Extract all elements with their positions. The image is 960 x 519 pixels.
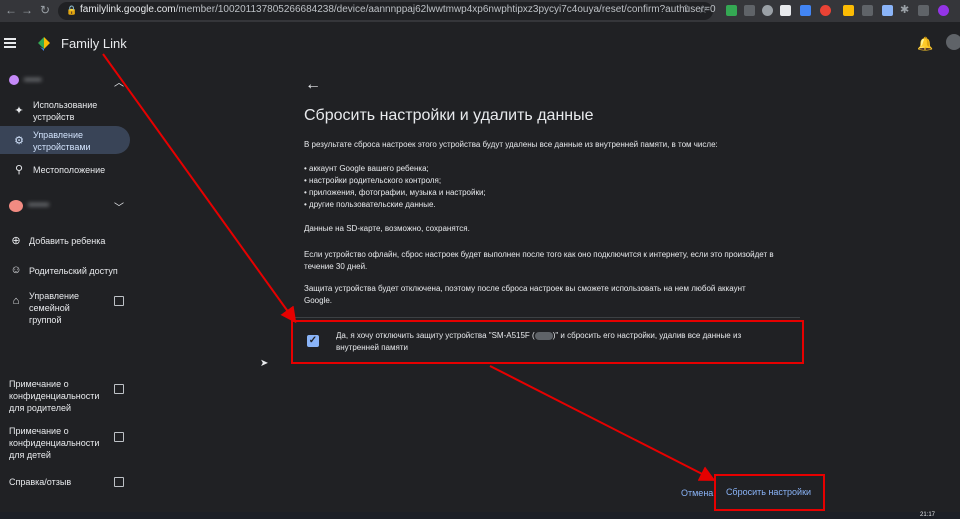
annotation-arrow [102, 53, 297, 324]
annotation-arrows [102, 53, 716, 481]
taskbar [0, 512, 960, 519]
mouse-cursor-icon: ➤ [260, 358, 269, 369]
annotation-arrow [489, 365, 716, 481]
taskbar-clock: 21:17 [920, 512, 936, 518]
